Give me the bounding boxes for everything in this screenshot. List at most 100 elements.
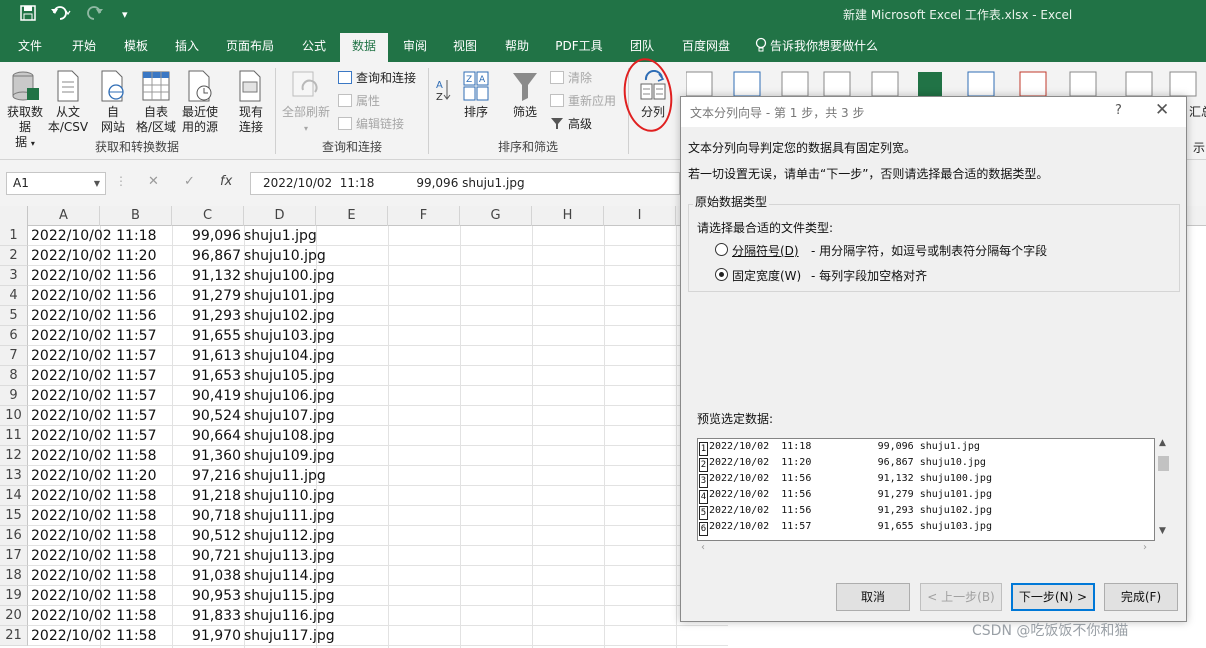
tab-team[interactable]: 团队 xyxy=(620,30,664,62)
help-icon[interactable]: ? xyxy=(1115,103,1122,118)
fixed-width-radio[interactable] xyxy=(715,268,728,281)
table-row[interactable]: 2022/10/02 11:58 91,970 shuju117.jpg xyxy=(28,626,728,646)
chevron-down-icon[interactable]: ▼ xyxy=(1159,526,1166,536)
table-row[interactable]: 2022/10/02 11:57 90,664 shuju108.jpg xyxy=(28,426,728,446)
formula-input[interactable]: 2022/10/02 11:18 99,096 shuju1.jpg xyxy=(250,172,680,195)
close-icon[interactable]: ✕ xyxy=(1155,100,1169,120)
table-row[interactable]: 2022/10/02 11:56 91,132 shuju100.jpg xyxy=(28,266,728,286)
row-header[interactable]: 6 xyxy=(0,326,28,346)
row-header[interactable]: 13 xyxy=(0,466,28,486)
table-row[interactable]: 2022/10/02 11:57 91,613 shuju104.jpg xyxy=(28,346,728,366)
column-header[interactable]: I xyxy=(604,206,676,226)
edit-links-button[interactable]: 编辑链接 xyxy=(338,114,404,134)
tab-view[interactable]: 视图 xyxy=(443,30,487,62)
tell-me-search[interactable]: 告诉我你想要做什么 xyxy=(770,30,886,62)
tab-help[interactable]: 帮助 xyxy=(495,30,539,62)
reapply-filter-button[interactable]: 重新应用 xyxy=(550,91,616,111)
row-header[interactable]: 9 xyxy=(0,386,28,406)
tab-review[interactable]: 审阅 xyxy=(393,30,437,62)
filter-button[interactable]: 筛选 xyxy=(506,70,544,120)
cancel-icon[interactable]: ✕ xyxy=(148,174,159,189)
table-row[interactable]: 2022/10/02 11:58 91,360 shuju109.jpg xyxy=(28,446,728,466)
queries-connections-button[interactable]: 查询和连接 xyxy=(338,68,416,88)
finish-button[interactable]: 完成(F) xyxy=(1104,583,1178,611)
preview-horizontal-scrollbar[interactable]: ‹ › xyxy=(697,541,1155,558)
table-row[interactable]: 2022/10/02 11:58 91,218 shuju110.jpg xyxy=(28,486,728,506)
column-header[interactable]: C xyxy=(172,206,244,226)
existing-connections-button[interactable]: 现有 连接 xyxy=(232,70,270,135)
data-preview[interactable]: 1 2022/10/02 11:18 99,096 shuju1.jpg 2 2022… xyxy=(697,438,1155,541)
clear-filter-button[interactable]: 清除 xyxy=(550,68,592,88)
table-row[interactable]: 2022/10/02 11:20 96,867 shuju10.jpg xyxy=(28,246,728,266)
row-header[interactable]: 20 xyxy=(0,606,28,626)
table-row[interactable]: 2022/10/02 11:58 90,953 shuju115.jpg xyxy=(28,586,728,606)
row-header[interactable]: 10 xyxy=(0,406,28,426)
properties-button[interactable]: 属性 xyxy=(338,91,380,111)
back-button[interactable]: < 上一步(B) xyxy=(920,583,1002,611)
name-box[interactable]: A1 ▼ xyxy=(6,172,106,195)
table-row[interactable]: 2022/10/02 11:57 91,655 shuju103.jpg xyxy=(28,326,728,346)
delimited-label[interactable]: 分隔符号(D) xyxy=(732,242,799,259)
insert-function-icon[interactable]: fx xyxy=(220,174,232,189)
chevron-down-icon[interactable]: ▼ xyxy=(94,173,100,194)
undo-icon[interactable] xyxy=(50,5,72,25)
column-header[interactable]: D xyxy=(244,206,316,226)
tab-file[interactable]: 文件 xyxy=(8,30,52,62)
column-header[interactable]: E xyxy=(316,206,388,226)
column-header[interactable]: G xyxy=(460,206,532,226)
next-button[interactable]: 下一步(N) > xyxy=(1011,583,1095,611)
get-data-button[interactable]: 获取数据 据 ▾ xyxy=(4,70,46,151)
tab-page-layout[interactable]: 页面布局 xyxy=(220,30,280,62)
chevron-up-icon[interactable]: ▲ xyxy=(1159,438,1166,448)
table-row[interactable]: 2022/10/02 11:57 90,524 shuju107.jpg xyxy=(28,406,728,426)
customize-quick-access-icon[interactable]: ▾ xyxy=(122,8,128,21)
from-web-button[interactable]: 自 网站 xyxy=(94,70,132,135)
sort-ascending-button[interactable]: AZ xyxy=(434,76,454,120)
chevron-left-icon[interactable]: ‹ xyxy=(701,542,705,553)
row-header[interactable]: 8 xyxy=(0,366,28,386)
chevron-right-icon[interactable]: › xyxy=(1143,542,1147,553)
row-header[interactable]: 19 xyxy=(0,586,28,606)
delimited-radio[interactable] xyxy=(715,243,728,256)
advanced-filter-button[interactable]: 高级 xyxy=(550,114,592,134)
row-header[interactable]: 1 xyxy=(0,226,28,246)
table-row[interactable]: 2022/10/02 11:58 91,833 shuju116.jpg xyxy=(28,606,728,626)
table-row[interactable]: 2022/10/02 11:58 90,512 shuju112.jpg xyxy=(28,526,728,546)
row-header[interactable]: 21 xyxy=(0,626,28,646)
enter-icon[interactable]: ✓ xyxy=(184,174,195,189)
preview-vertical-scrollbar[interactable]: ▲ ▼ xyxy=(1155,438,1172,541)
scroll-thumb[interactable] xyxy=(1158,456,1169,471)
column-header[interactable]: A xyxy=(28,206,100,226)
row-header[interactable]: 16 xyxy=(0,526,28,546)
table-row[interactable]: 2022/10/02 11:57 90,419 shuju106.jpg xyxy=(28,386,728,406)
table-row[interactable]: 2022/10/02 11:56 91,279 shuju101.jpg xyxy=(28,286,728,306)
row-header[interactable]: 12 xyxy=(0,446,28,466)
tab-home[interactable]: 开始 xyxy=(62,30,106,62)
tab-insert[interactable]: 插入 xyxy=(165,30,209,62)
row-header[interactable]: 5 xyxy=(0,306,28,326)
tab-formulas[interactable]: 公式 xyxy=(292,30,336,62)
select-all-corner[interactable] xyxy=(0,206,28,226)
fixed-width-label[interactable]: 固定宽度(W) xyxy=(732,267,801,284)
recent-sources-button[interactable]: 最近使 用的源 xyxy=(179,70,221,135)
from-text-csv-button[interactable]: 从文 本/CSV xyxy=(47,70,89,135)
row-header[interactable]: 3 xyxy=(0,266,28,286)
tab-template[interactable]: 模板 xyxy=(114,30,158,62)
row-header[interactable]: 2 xyxy=(0,246,28,266)
redo-icon[interactable] xyxy=(86,5,108,25)
column-header[interactable]: B xyxy=(100,206,172,226)
cancel-button[interactable]: 取消 xyxy=(836,583,910,611)
table-row[interactable]: 2022/10/02 11:20 97,216 shuju11.jpg xyxy=(28,466,728,486)
tab-pdf-tools[interactable]: PDF工具 xyxy=(550,30,608,62)
row-header[interactable]: 15 xyxy=(0,506,28,526)
from-table-range-button[interactable]: 自表 格/区域 xyxy=(133,70,179,135)
tab-baidu-netdisk[interactable]: 百度网盘 xyxy=(676,30,736,62)
tab-data[interactable]: 数据 xyxy=(340,33,388,62)
table-row[interactable]: 2022/10/02 11:58 90,721 shuju113.jpg xyxy=(28,546,728,566)
refresh-all-button[interactable]: 全部刷新 ▾ xyxy=(280,70,332,136)
table-row[interactable]: 2022/10/02 11:58 90,718 shuju111.jpg xyxy=(28,506,728,526)
column-header[interactable]: H xyxy=(532,206,604,226)
table-row[interactable]: 2022/10/02 11:56 91,293 shuju102.jpg xyxy=(28,306,728,326)
column-header[interactable]: F xyxy=(388,206,460,226)
save-icon[interactable] xyxy=(20,5,36,25)
